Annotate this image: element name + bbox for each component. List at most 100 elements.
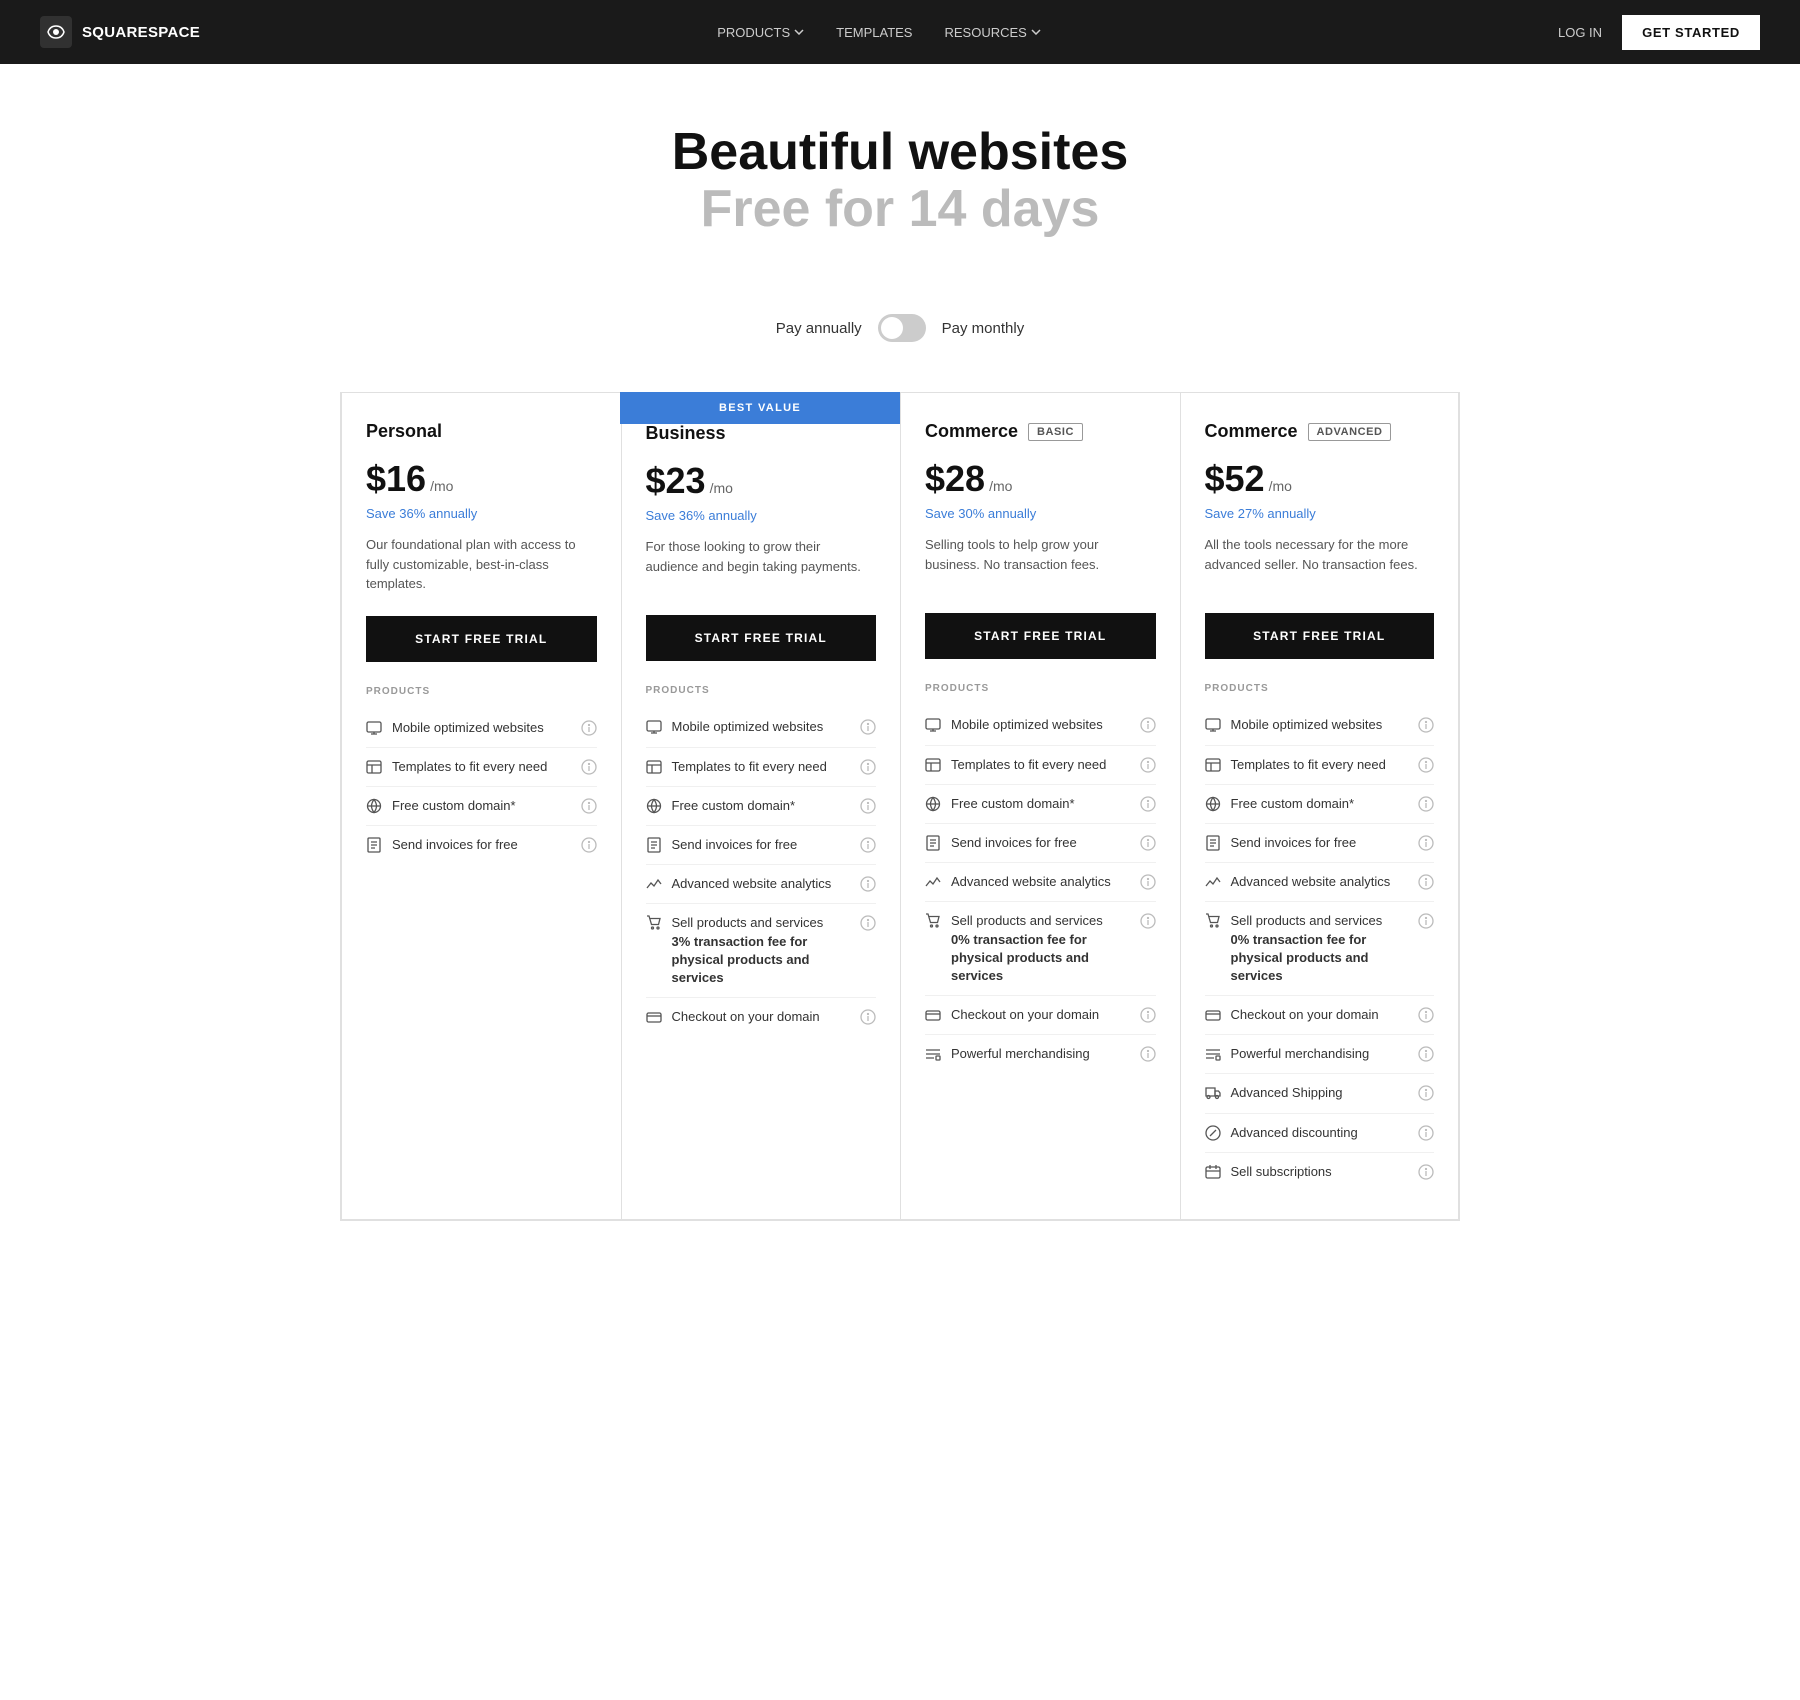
get-started-button[interactable]: GET STARTED [1622, 15, 1760, 50]
info-icon[interactable] [581, 759, 597, 775]
best-value-banner: BEST VALUE [620, 392, 900, 424]
feature-text: Send invoices for free [951, 834, 1077, 852]
plan-price: $23 /mo [646, 460, 877, 502]
info-icon[interactable] [1418, 835, 1434, 851]
feature-subtext: 0% transaction fee for physical products… [951, 931, 1132, 986]
feature-text: Sell subscriptions [1231, 1163, 1332, 1181]
layout-icon [925, 757, 941, 773]
info-icon[interactable] [1140, 757, 1156, 773]
plan-price: $28 /mo [925, 458, 1156, 500]
invoice-icon [1205, 835, 1221, 851]
feature-subtext: 0% transaction fee for physical products… [1231, 931, 1411, 986]
card-icon [646, 1009, 662, 1025]
features-section: PRODUCTS Mobile optimized websites Templ… [925, 683, 1156, 1073]
feature-item: Advanced Shipping [1205, 1074, 1435, 1113]
start-trial-button[interactable]: START FREE TRIAL [646, 615, 877, 661]
info-icon[interactable] [1418, 757, 1434, 773]
info-icon[interactable] [860, 876, 876, 892]
plan-card-commerce-basic: Commerce BASIC $28 /mo Save 30% annually… [900, 392, 1180, 1220]
feature-text: Checkout on your domain [951, 1006, 1099, 1024]
analytics-icon [925, 874, 941, 890]
feature-item: Checkout on your domain [925, 996, 1156, 1035]
feature-text: Free custom domain* [951, 795, 1075, 813]
info-icon[interactable] [1140, 796, 1156, 812]
info-icon[interactable] [860, 915, 876, 931]
info-icon[interactable] [1418, 1046, 1434, 1062]
info-icon[interactable] [1140, 1046, 1156, 1062]
feature-item: Advanced website analytics [1205, 863, 1435, 902]
chevron-down-icon [1031, 29, 1041, 35]
invoice-icon [366, 837, 382, 853]
feature-text: Send invoices for free [1231, 834, 1357, 852]
nav-products[interactable]: PRODUCTS [717, 25, 804, 40]
info-icon[interactable] [860, 719, 876, 735]
feature-text: Templates to fit every need [1231, 756, 1386, 774]
feature-item: Sell products and services0% transaction… [1205, 902, 1435, 996]
info-icon[interactable] [1418, 1085, 1434, 1101]
start-trial-button[interactable]: START FREE TRIAL [925, 613, 1156, 659]
nav-templates[interactable]: TEMPLATES [836, 25, 912, 40]
plan-price-period: /mo [989, 478, 1012, 494]
feature-item: Powerful merchandising [1205, 1035, 1435, 1074]
start-trial-button[interactable]: START FREE TRIAL [366, 616, 597, 662]
feature-item: Mobile optimized websites [366, 709, 597, 748]
info-icon[interactable] [860, 1009, 876, 1025]
feature-text: Sell products and services0% transaction… [951, 912, 1132, 985]
feature-text: Send invoices for free [392, 836, 518, 854]
info-icon[interactable] [1418, 796, 1434, 812]
list-icon [925, 1046, 941, 1062]
feature-subtext: 3% transaction fee for physical products… [672, 933, 853, 988]
start-trial-button[interactable]: START FREE TRIAL [1205, 613, 1435, 659]
card-icon [925, 1007, 941, 1023]
info-icon[interactable] [860, 759, 876, 775]
info-icon[interactable] [860, 798, 876, 814]
globe-icon [1205, 796, 1221, 812]
info-icon[interactable] [581, 720, 597, 736]
feature-text: Advanced Shipping [1231, 1084, 1343, 1102]
plan-name: Commerce BASIC [925, 421, 1156, 442]
feature-text: Checkout on your domain [1231, 1006, 1379, 1024]
hero-section: Beautiful websites Free for 14 days [0, 64, 1800, 278]
nav-right: LOG IN GET STARTED [1558, 15, 1760, 50]
info-icon[interactable] [1418, 717, 1434, 733]
info-icon[interactable] [581, 798, 597, 814]
info-icon[interactable] [1418, 913, 1434, 929]
plan-price: $52 /mo [1205, 458, 1435, 500]
plan-description: Our foundational plan with access to ful… [366, 535, 597, 594]
hero-subtitle: Free for 14 days [20, 181, 1780, 238]
pricing-section: BEST VALUE Personal $16 /mo Save 36% ann… [320, 392, 1480, 1301]
login-link[interactable]: LOG IN [1558, 25, 1602, 40]
billing-switch[interactable] [878, 314, 926, 342]
feature-item: Advanced website analytics [646, 865, 877, 904]
info-icon[interactable] [581, 837, 597, 853]
feature-item: Free custom domain* [366, 787, 597, 826]
feature-text: Advanced website analytics [672, 875, 832, 893]
info-icon[interactable] [1140, 913, 1156, 929]
features-label: PRODUCTS [366, 686, 597, 697]
logo-icon [40, 16, 72, 48]
info-icon[interactable] [860, 837, 876, 853]
feature-item: Templates to fit every need [1205, 746, 1435, 785]
info-icon[interactable] [1418, 1125, 1434, 1141]
info-icon[interactable] [1418, 1007, 1434, 1023]
info-icon[interactable] [1140, 874, 1156, 890]
monitor-icon [1205, 717, 1221, 733]
cart-icon [925, 913, 941, 929]
navbar: SQUARESPACE PRODUCTS TEMPLATES RESOURCES… [0, 0, 1800, 64]
nav-resources[interactable]: RESOURCES [944, 25, 1040, 40]
info-icon[interactable] [1140, 835, 1156, 851]
info-icon[interactable] [1418, 1164, 1434, 1180]
billing-annual-label: Pay annually [776, 320, 862, 337]
monitor-icon [366, 720, 382, 736]
feature-item: Advanced website analytics [925, 863, 1156, 902]
plan-price-period: /mo [710, 480, 733, 496]
feature-text: Powerful merchandising [1231, 1045, 1370, 1063]
info-icon[interactable] [1140, 717, 1156, 733]
feature-item: Advanced discounting [1205, 1114, 1435, 1153]
feature-text: Checkout on your domain [672, 1008, 820, 1026]
feature-text: Powerful merchandising [951, 1045, 1090, 1063]
logo[interactable]: SQUARESPACE [40, 16, 200, 48]
info-icon[interactable] [1418, 874, 1434, 890]
toggle-slider [878, 314, 926, 342]
info-icon[interactable] [1140, 1007, 1156, 1023]
